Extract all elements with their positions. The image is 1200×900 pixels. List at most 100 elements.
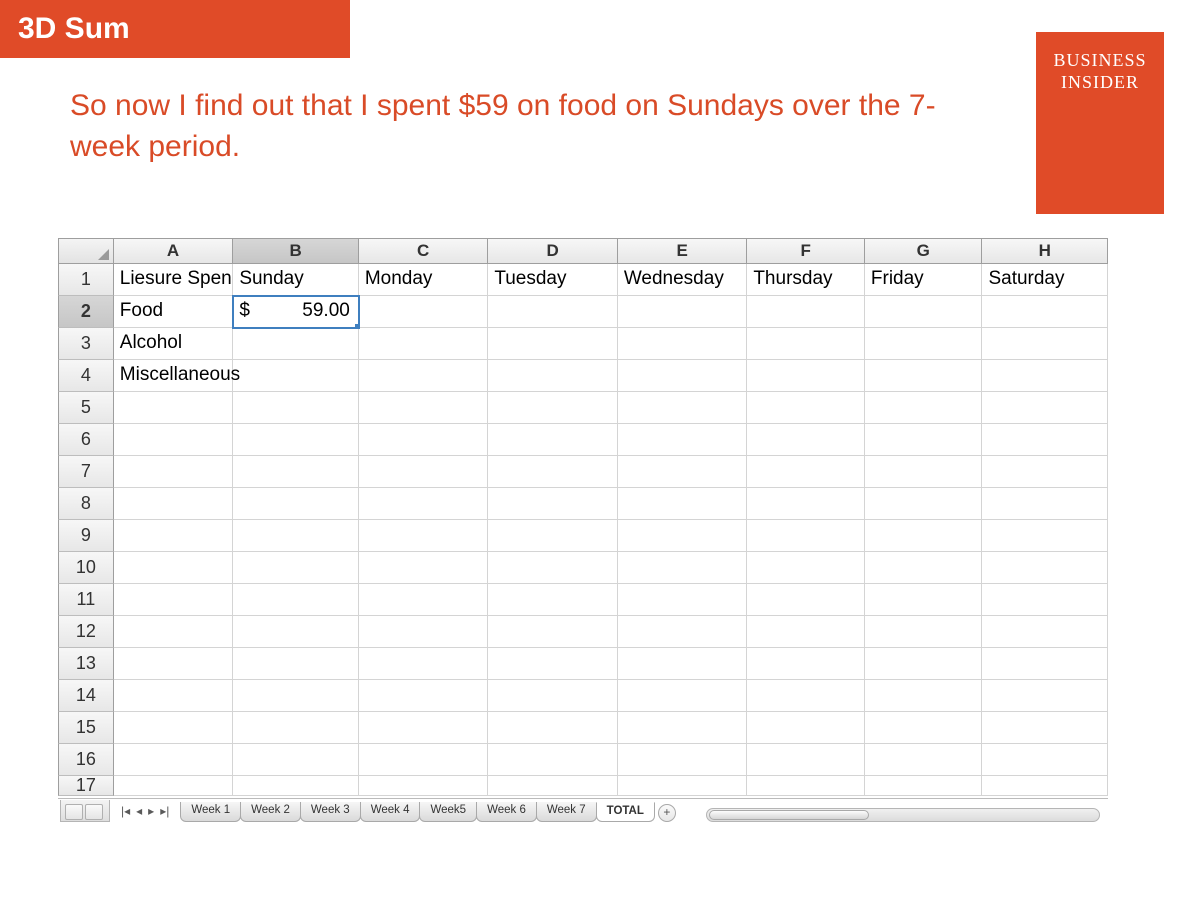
sheet-tab-week5[interactable]: Week5 bbox=[419, 802, 477, 822]
cell[interactable] bbox=[865, 712, 983, 744]
cell[interactable] bbox=[488, 488, 618, 520]
cell[interactable] bbox=[618, 680, 748, 712]
col-header-C[interactable]: C bbox=[359, 238, 489, 264]
cell[interactable] bbox=[488, 584, 618, 616]
cell[interactable] bbox=[865, 584, 983, 616]
cell[interactable] bbox=[618, 648, 748, 680]
sheet-tab-week2[interactable]: Week 2 bbox=[240, 802, 301, 822]
cell[interactable] bbox=[747, 424, 865, 456]
cell[interactable] bbox=[114, 392, 234, 424]
cell[interactable] bbox=[359, 392, 489, 424]
cell-E4[interactable] bbox=[618, 360, 748, 392]
cell[interactable] bbox=[233, 520, 359, 552]
cell[interactable] bbox=[488, 456, 618, 488]
cell[interactable] bbox=[982, 616, 1108, 648]
cell[interactable] bbox=[233, 776, 359, 796]
cell[interactable] bbox=[747, 584, 865, 616]
row-header-9[interactable]: 9 bbox=[58, 520, 114, 552]
cell[interactable] bbox=[488, 712, 618, 744]
sheet-tab-week3[interactable]: Week 3 bbox=[300, 802, 361, 822]
row-header-2[interactable]: 2 bbox=[58, 296, 114, 328]
cell-G3[interactable] bbox=[865, 328, 983, 360]
cell-F3[interactable] bbox=[747, 328, 865, 360]
cell[interactable] bbox=[233, 712, 359, 744]
last-sheet-icon[interactable]: ▸| bbox=[159, 804, 170, 818]
cell[interactable] bbox=[488, 680, 618, 712]
cell[interactable] bbox=[982, 520, 1108, 552]
cell-C3[interactable] bbox=[359, 328, 489, 360]
sheet-tab-week1[interactable]: Week 1 bbox=[180, 802, 241, 822]
cell[interactable] bbox=[747, 552, 865, 584]
cell[interactable] bbox=[865, 648, 983, 680]
cell[interactable] bbox=[114, 424, 234, 456]
cell-H2[interactable] bbox=[982, 296, 1108, 328]
row-header-6[interactable]: 6 bbox=[58, 424, 114, 456]
prev-sheet-icon[interactable]: ◂ bbox=[135, 804, 143, 818]
sheet-tab-total[interactable]: TOTAL bbox=[596, 802, 655, 822]
horizontal-scrollbar[interactable] bbox=[706, 808, 1100, 822]
cell[interactable] bbox=[982, 776, 1108, 796]
cell-B1[interactable]: Sunday bbox=[233, 264, 359, 296]
cell-A4[interactable]: Miscellaneous bbox=[114, 360, 234, 392]
col-header-G[interactable]: G bbox=[865, 238, 983, 264]
row-header-17[interactable]: 17 bbox=[58, 776, 114, 796]
cell-H4[interactable] bbox=[982, 360, 1108, 392]
cell[interactable] bbox=[233, 424, 359, 456]
cell[interactable] bbox=[359, 520, 489, 552]
cell[interactable] bbox=[747, 776, 865, 796]
cell[interactable] bbox=[233, 584, 359, 616]
cell-D4[interactable] bbox=[488, 360, 618, 392]
col-header-D[interactable]: D bbox=[488, 238, 618, 264]
cell-F4[interactable] bbox=[747, 360, 865, 392]
cell-H1[interactable]: Saturday bbox=[982, 264, 1108, 296]
select-all-corner[interactable] bbox=[58, 238, 114, 264]
row-header-8[interactable]: 8 bbox=[58, 488, 114, 520]
col-header-B[interactable]: B bbox=[233, 238, 359, 264]
cell[interactable] bbox=[982, 680, 1108, 712]
cell-B3[interactable] bbox=[233, 328, 359, 360]
cell[interactable] bbox=[359, 456, 489, 488]
cell[interactable] bbox=[114, 584, 234, 616]
cell[interactable] bbox=[747, 488, 865, 520]
cell[interactable] bbox=[618, 488, 748, 520]
cell-C1[interactable]: Monday bbox=[359, 264, 489, 296]
cell[interactable] bbox=[982, 552, 1108, 584]
cell-G1[interactable]: Friday bbox=[865, 264, 983, 296]
cell[interactable] bbox=[114, 552, 234, 584]
cell[interactable] bbox=[359, 680, 489, 712]
cell-E3[interactable] bbox=[618, 328, 748, 360]
cell[interactable] bbox=[233, 680, 359, 712]
cell[interactable] bbox=[982, 456, 1108, 488]
cell[interactable] bbox=[488, 744, 618, 776]
cell[interactable] bbox=[865, 776, 983, 796]
row-header-10[interactable]: 10 bbox=[58, 552, 114, 584]
cell[interactable] bbox=[982, 712, 1108, 744]
row-header-14[interactable]: 14 bbox=[58, 680, 114, 712]
cell[interactable] bbox=[618, 776, 748, 796]
col-header-A[interactable]: A bbox=[114, 238, 234, 264]
cell[interactable] bbox=[982, 488, 1108, 520]
row-header-12[interactable]: 12 bbox=[58, 616, 114, 648]
cell[interactable] bbox=[618, 392, 748, 424]
cell-C4[interactable] bbox=[359, 360, 489, 392]
cell[interactable] bbox=[865, 616, 983, 648]
cell-F1[interactable]: Thursday bbox=[747, 264, 865, 296]
cell[interactable] bbox=[359, 776, 489, 796]
row-header-13[interactable]: 13 bbox=[58, 648, 114, 680]
cell-E1[interactable]: Wednesday bbox=[618, 264, 748, 296]
cell[interactable] bbox=[488, 392, 618, 424]
cell[interactable] bbox=[618, 616, 748, 648]
cell-C2[interactable] bbox=[359, 296, 489, 328]
normal-view-icon[interactable] bbox=[65, 804, 83, 820]
cell-A2[interactable]: Food bbox=[114, 296, 234, 328]
cell[interactable] bbox=[747, 456, 865, 488]
cell[interactable] bbox=[747, 392, 865, 424]
cell[interactable] bbox=[359, 648, 489, 680]
cell-A3[interactable]: Alcohol bbox=[114, 328, 234, 360]
cell[interactable] bbox=[233, 392, 359, 424]
col-header-E[interactable]: E bbox=[618, 238, 748, 264]
sheet-tab-week4[interactable]: Week 4 bbox=[360, 802, 421, 822]
cell-D3[interactable] bbox=[488, 328, 618, 360]
cell[interactable] bbox=[233, 616, 359, 648]
row-header-11[interactable]: 11 bbox=[58, 584, 114, 616]
